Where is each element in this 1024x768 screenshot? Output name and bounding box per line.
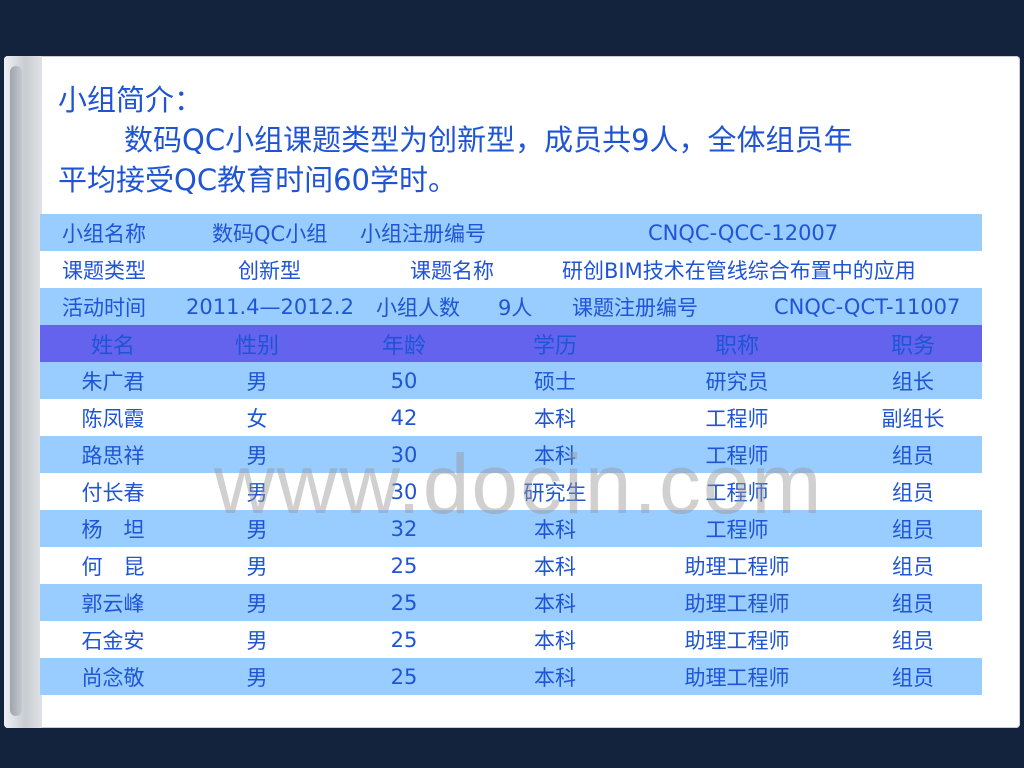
cell-gender: 男 bbox=[186, 621, 328, 658]
info-row-group-name: 小组名称 数码QC小组 小组注册编号 CNQC-QCC-12007 bbox=[40, 214, 983, 251]
header-name: 姓名 bbox=[40, 325, 186, 362]
table-row: 郭云峰 男 25 本科 助理工程师 组员 bbox=[40, 584, 983, 621]
header-education: 学历 bbox=[480, 325, 630, 362]
cell-age: 42 bbox=[328, 399, 480, 436]
decorative-stripe bbox=[10, 66, 22, 716]
cell-education: 本科 bbox=[480, 399, 630, 436]
intro-line-2: 平均接受QC教育时间60学时。 bbox=[58, 163, 457, 197]
cell-title: 助理工程师 bbox=[630, 584, 844, 621]
table-row: 朱广君 男 50 硕士 研究员 组长 bbox=[40, 362, 983, 399]
label-activity-time: 活动时间 bbox=[62, 295, 146, 320]
cell-gender: 男 bbox=[186, 547, 328, 584]
cell-age: 50 bbox=[328, 362, 480, 399]
cell-name: 石金安 bbox=[40, 621, 186, 658]
cell-age: 25 bbox=[328, 547, 480, 584]
cell-age: 30 bbox=[328, 473, 480, 510]
cell-name: 路思祥 bbox=[40, 436, 186, 473]
label-member-count: 小组人数 bbox=[376, 295, 460, 320]
table-row: 何 昆 男 25 本科 助理工程师 组员 bbox=[40, 547, 983, 584]
table-row: 陈凤霞 女 42 本科 工程师 副组长 bbox=[40, 399, 983, 436]
cell-education: 本科 bbox=[480, 547, 630, 584]
header-title: 职称 bbox=[630, 325, 844, 362]
header-position: 职务 bbox=[844, 325, 983, 362]
value-topic-type: 创新型 bbox=[238, 258, 301, 283]
cell-age: 25 bbox=[328, 658, 480, 695]
cell-position: 组员 bbox=[844, 621, 983, 658]
cell-age: 30 bbox=[328, 436, 480, 473]
cell-position: 组员 bbox=[844, 473, 983, 510]
table-row: 路思祥 男 30 本科 工程师 组员 bbox=[40, 436, 983, 473]
slide-left-decoration bbox=[4, 56, 42, 728]
cell-name: 陈凤霞 bbox=[40, 399, 186, 436]
cell-gender: 男 bbox=[186, 510, 328, 547]
cell-education: 硕士 bbox=[480, 362, 630, 399]
cell-gender: 女 bbox=[186, 399, 328, 436]
header-age: 年龄 bbox=[328, 325, 480, 362]
value-topic-name: 研创BIM技术在管线综合布置中的应用 bbox=[562, 258, 916, 283]
cell-name: 杨 坦 bbox=[40, 510, 186, 547]
value-group-name: 数码QC小组 bbox=[212, 221, 328, 246]
cell-name: 尚念敬 bbox=[40, 658, 186, 695]
cell-education: 研究生 bbox=[480, 473, 630, 510]
cell-name: 郭云峰 bbox=[40, 584, 186, 621]
cell-age: 32 bbox=[328, 510, 480, 547]
cell-position: 组员 bbox=[844, 584, 983, 621]
intro-text: 小组简介： 数码QC小组课题类型为创新型，成员共9人，全体组员年 平均接受QC教… bbox=[58, 80, 988, 200]
cell-title: 研究员 bbox=[630, 362, 844, 399]
cell-age: 25 bbox=[328, 621, 480, 658]
cell-title: 助理工程师 bbox=[630, 547, 844, 584]
cell-gender: 男 bbox=[186, 584, 328, 621]
cell-title: 工程师 bbox=[630, 510, 844, 547]
member-table-header: 姓名 性别 年龄 学历 职称 职务 bbox=[40, 325, 983, 362]
info-row-activity-time: 活动时间 2011.4—2012.2 小组人数 9人 课题注册编号 CNQC-Q… bbox=[40, 288, 983, 325]
cell-name: 何 昆 bbox=[40, 547, 186, 584]
cell-position: 组员 bbox=[844, 658, 983, 695]
table-row: 尚念敬 男 25 本科 助理工程师 组员 bbox=[40, 658, 983, 695]
cell-title: 助理工程师 bbox=[630, 658, 844, 695]
cell-education: 本科 bbox=[480, 510, 630, 547]
cell-education: 本科 bbox=[480, 584, 630, 621]
slide: 小组简介： 数码QC小组课题类型为创新型，成员共9人，全体组员年 平均接受QC教… bbox=[4, 56, 1020, 728]
table-row: 杨 坦 男 32 本科 工程师 组员 bbox=[40, 510, 983, 547]
cell-name: 付长春 bbox=[40, 473, 186, 510]
cell-title: 工程师 bbox=[630, 399, 844, 436]
cell-education: 本科 bbox=[480, 658, 630, 695]
cell-title: 工程师 bbox=[630, 436, 844, 473]
intro-line-1: 数码QC小组课题类型为创新型，成员共9人，全体组员年 bbox=[124, 123, 853, 157]
cell-gender: 男 bbox=[186, 436, 328, 473]
header-gender: 性别 bbox=[186, 325, 328, 362]
value-member-count: 9人 bbox=[498, 295, 533, 320]
cell-position: 组员 bbox=[844, 510, 983, 547]
label-topic-reg-no: 课题注册编号 bbox=[572, 295, 698, 320]
cell-education: 本科 bbox=[480, 436, 630, 473]
value-group-reg-no: CNQC-QCC-12007 bbox=[648, 220, 839, 245]
member-rows: 朱广君 男 50 硕士 研究员 组长 陈凤霞 女 42 本科 工程师 副组长 路… bbox=[40, 362, 983, 695]
cell-gender: 男 bbox=[186, 658, 328, 695]
cell-title: 助理工程师 bbox=[630, 621, 844, 658]
cell-name: 朱广君 bbox=[40, 362, 186, 399]
table-row: 石金安 男 25 本科 助理工程师 组员 bbox=[40, 621, 983, 658]
cell-position: 副组长 bbox=[844, 399, 983, 436]
info-row-topic-type: 课题类型 创新型 课题名称 研创BIM技术在管线综合布置中的应用 bbox=[40, 251, 983, 288]
label-group-reg-no: 小组注册编号 bbox=[360, 221, 486, 246]
group-info-table: 小组名称 数码QC小组 小组注册编号 CNQC-QCC-12007 课题类型 创… bbox=[40, 214, 983, 695]
cell-education: 本科 bbox=[480, 621, 630, 658]
cell-position: 组员 bbox=[844, 436, 983, 473]
table-row: 付长春 男 30 研究生 工程师 组员 bbox=[40, 473, 983, 510]
value-topic-reg-no: CNQC-QCT-11007 bbox=[774, 294, 961, 319]
cell-age: 25 bbox=[328, 584, 480, 621]
cell-position: 组长 bbox=[844, 362, 983, 399]
cell-gender: 男 bbox=[186, 362, 328, 399]
intro-heading: 小组简介： bbox=[58, 83, 204, 117]
label-topic-type: 课题类型 bbox=[62, 258, 146, 283]
value-activity-time: 2011.4—2012.2 bbox=[186, 294, 354, 319]
cell-position: 组员 bbox=[844, 547, 983, 584]
cell-title: 工程师 bbox=[630, 473, 844, 510]
label-group-name: 小组名称 bbox=[62, 221, 146, 246]
label-topic-name: 课题名称 bbox=[410, 258, 494, 283]
cell-gender: 男 bbox=[186, 473, 328, 510]
